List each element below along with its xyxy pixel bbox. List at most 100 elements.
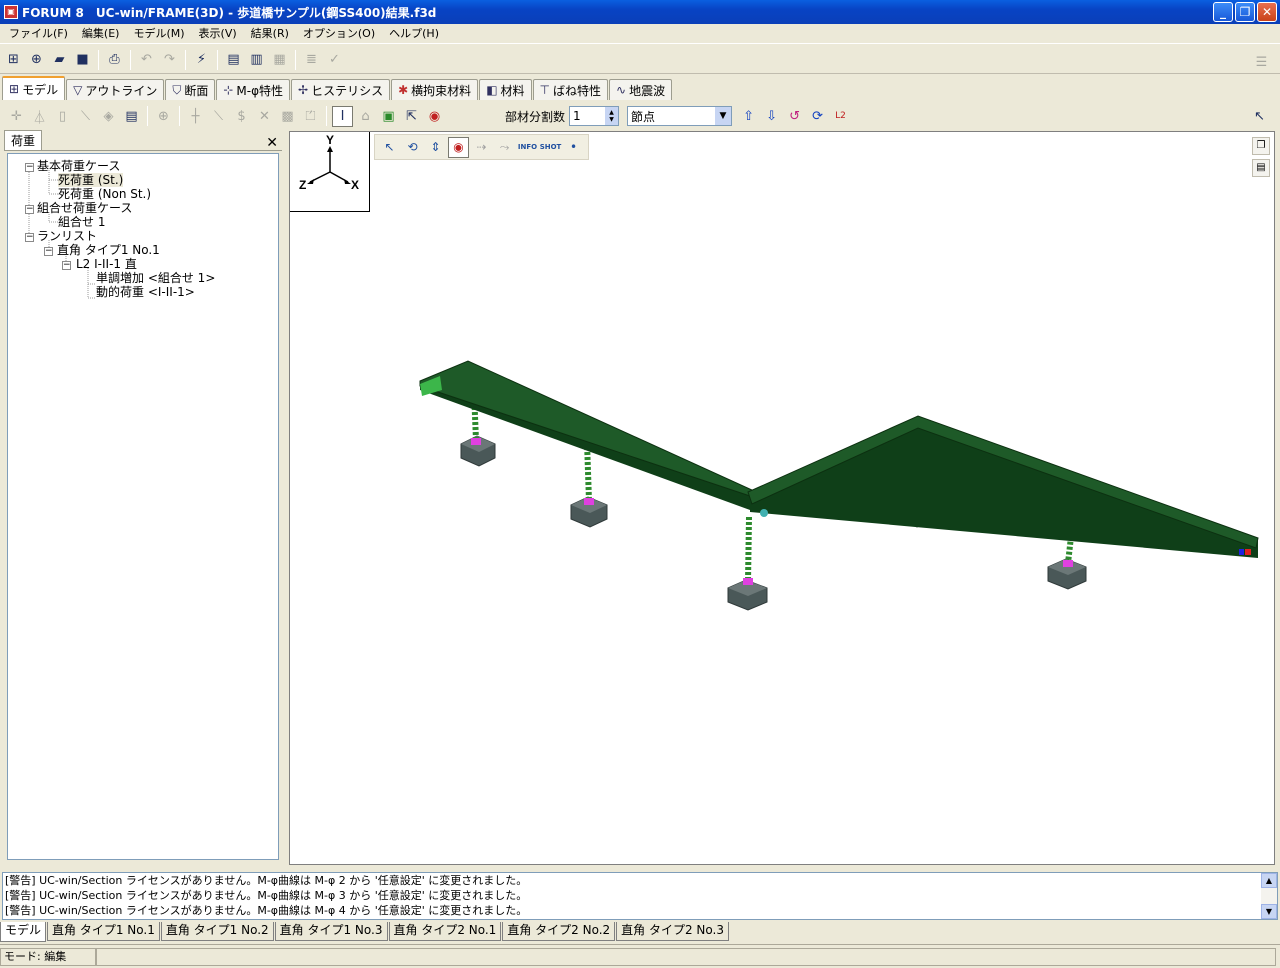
load-panel-tab[interactable]: 荷重	[4, 130, 43, 150]
tree-l2[interactable]: L2 I-II-1 直	[76, 257, 137, 271]
zoom-icon[interactable]: ◉	[448, 136, 469, 158]
tab-type2-no2[interactable]: 直角 タイプ2 No.2	[502, 922, 616, 941]
collapse-toggle-icon[interactable]: −	[62, 261, 71, 270]
save-icon[interactable]: ■	[72, 49, 93, 70]
print-preview-icon[interactable]: ⎙	[104, 49, 125, 70]
spring-member-icon[interactable]: $	[231, 106, 252, 127]
member-icon[interactable]: ⟍	[75, 106, 96, 127]
tab-type2-no3[interactable]: 直角 タイプ2 No.3	[616, 922, 729, 941]
extend-icon[interactable]: ⟍	[208, 106, 229, 127]
tree-dead-st[interactable]: 死荷重 (St.)	[58, 173, 124, 187]
scroll-up-icon[interactable]: ▲	[1261, 873, 1277, 888]
collapse-toggle-icon[interactable]: −	[25, 233, 34, 242]
menu-edit[interactable]: 編集(E)	[75, 25, 127, 43]
menu-file[interactable]: ファイル(F)	[2, 25, 75, 43]
tab-section[interactable]: ⛉ 断面	[165, 79, 216, 100]
window-copy-icon[interactable]: ❐	[1252, 137, 1270, 155]
report-settings-icon[interactable]: ▥	[246, 49, 267, 70]
tab-hysteresis[interactable]: ✢ ヒステリシス	[291, 79, 391, 100]
menu-help[interactable]: ヘルプ(H)	[382, 25, 446, 43]
calculate-icon[interactable]: ⚡	[191, 49, 212, 70]
split-icon[interactable]: ┼	[185, 106, 206, 127]
l2-icon[interactable]: L2	[830, 106, 851, 127]
toolbar-options-icon[interactable]: ☰	[1251, 52, 1272, 73]
support-icon[interactable]: ⏃	[29, 106, 50, 127]
tab-material[interactable]: ◧ 材料	[479, 79, 532, 100]
tab-type1-no1[interactable]: 直角 タイプ1 No.1	[47, 922, 160, 941]
redo-icon[interactable]: ↷	[159, 49, 180, 70]
close-button[interactable]: ✕	[1257, 2, 1277, 22]
scroll-down-icon[interactable]: ▼	[1261, 904, 1277, 919]
tab-type1-no2[interactable]: 直角 タイプ1 No.2	[160, 922, 274, 941]
up-icon[interactable]: ⇧	[738, 106, 759, 127]
collapse-toggle-icon[interactable]: −	[44, 247, 53, 256]
i-section-icon[interactable]: Ⅰ	[332, 105, 353, 127]
down-icon[interactable]: ⇩	[761, 106, 782, 127]
report-icon[interactable]: ▤	[223, 49, 244, 70]
info-icon[interactable]: INFO	[517, 137, 538, 158]
tree-basic-load[interactable]: 基本荷重ケース	[37, 159, 120, 173]
path-icon[interactable]: ⤳	[494, 137, 515, 158]
tab-type2-no1[interactable]: 直角 タイプ2 No.1	[388, 922, 502, 941]
menu-option[interactable]: オプション(O)	[296, 25, 382, 43]
menu-view[interactable]: 表示(V)	[192, 25, 244, 43]
select-arrow-icon[interactable]: ↖	[379, 137, 400, 158]
new-add-icon[interactable]: ⊕	[26, 49, 47, 70]
add-node-icon[interactable]: ✛	[6, 106, 27, 127]
tab-wave[interactable]: ∿ 地震波	[609, 79, 673, 100]
new-model-icon[interactable]: ⊞	[3, 49, 24, 70]
pointer-icon[interactable]: ↖	[1249, 106, 1270, 127]
tab-type1-no3[interactable]: 直角 タイプ1 No.3	[274, 922, 388, 941]
collapse-toggle-icon[interactable]: −	[25, 205, 34, 214]
report-copy-icon[interactable]: ▦	[269, 49, 290, 70]
refresh-b-icon[interactable]: ⟳	[807, 106, 828, 127]
display-select[interactable]: 節点 ▼	[627, 106, 733, 126]
tree-runlist[interactable]: ランリスト	[37, 229, 97, 243]
rigid-icon[interactable]: ◈	[98, 106, 119, 127]
view-icon[interactable]: ⌂	[355, 106, 376, 127]
tab-model[interactable]: ⊞ モデル	[2, 76, 66, 100]
message-scrollbar[interactable]: ▲ ▼	[1261, 873, 1277, 919]
tab-outline[interactable]: ▽ アウトライン	[66, 79, 165, 100]
tree-monotonic[interactable]: 単調増加 <組合せ 1>	[96, 271, 215, 285]
tree-combo-1[interactable]: 組合せ 1	[58, 215, 105, 229]
tab-m-phi[interactable]: ⊹ M-φ特性	[216, 79, 291, 100]
open-folder-icon[interactable]: ▰	[49, 49, 70, 70]
tree-dynamic[interactable]: 動的荷重 <I-II-1>	[96, 285, 195, 299]
delete-icon[interactable]: ✕	[254, 106, 275, 127]
check-icon[interactable]: ✓	[324, 49, 345, 70]
menu-model[interactable]: モデル(M)	[126, 25, 191, 43]
list-icon[interactable]: ≣	[301, 49, 322, 70]
rotate-icon[interactable]: ⟲	[402, 137, 423, 158]
table-icon[interactable]: ▤	[121, 106, 142, 127]
division-spinner[interactable]: 1 ▲ ▼	[569, 106, 620, 126]
base-icon[interactable]: ⏍	[300, 106, 321, 127]
menu-result[interactable]: 結果(R)	[244, 25, 296, 43]
hatch-icon[interactable]: ▩	[277, 106, 298, 127]
tree-combo-load[interactable]: 組合せ荷重ケース	[37, 201, 132, 215]
tree-dead-nonst[interactable]: 死荷重 (Non St.)	[58, 187, 151, 201]
tab-bottom-model[interactable]: モデル	[0, 922, 47, 942]
maximize-button[interactable]: ❐	[1235, 2, 1255, 22]
info-cursor-icon[interactable]: ⇱	[401, 106, 422, 127]
spring-node-icon[interactable]: ▯	[52, 106, 73, 127]
tab-confinement[interactable]: ✱ 横拘束材料	[391, 79, 479, 100]
point-icon[interactable]: •	[563, 137, 584, 158]
model-viewport[interactable]: Y Z X ↖ ⟲ ⇕ ◉ ⇢ ⤳ INFO SHOT • ❐ ▤	[289, 131, 1275, 865]
minimize-button[interactable]: _	[1213, 2, 1233, 22]
target-icon[interactable]: ◉	[424, 106, 445, 127]
chevron-down-icon[interactable]: ▼	[715, 107, 732, 125]
shot-icon[interactable]: SHOT	[540, 137, 562, 158]
spinner-arrows-icon[interactable]: ▲ ▼	[605, 107, 619, 125]
tree-run-1[interactable]: 直角 タイプ1 No.1	[57, 243, 160, 257]
refresh-a-icon[interactable]: ↺	[784, 106, 805, 127]
step-icon[interactable]: ⇢	[471, 137, 492, 158]
render-icon[interactable]: ▣	[378, 106, 399, 127]
move-icon[interactable]: ⊕	[153, 106, 174, 127]
pan-icon[interactable]: ⇕	[425, 137, 446, 158]
close-icon[interactable]: ✕	[266, 136, 282, 150]
properties-icon[interactable]: ▤	[1252, 159, 1270, 177]
undo-icon[interactable]: ↶	[136, 49, 157, 70]
collapse-toggle-icon[interactable]: −	[25, 163, 34, 172]
tab-spring[interactable]: ⊤ ばね特性	[532, 79, 609, 100]
